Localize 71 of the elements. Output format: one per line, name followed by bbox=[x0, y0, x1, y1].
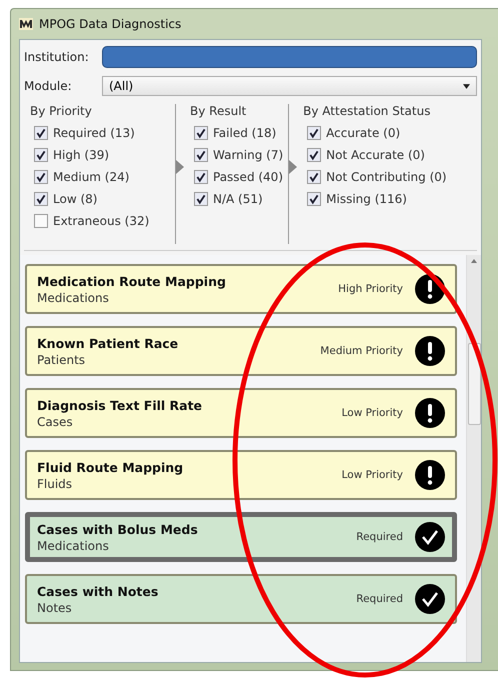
module-dropdown[interactable]: (All) bbox=[102, 76, 477, 96]
result-title: Medication Route Mapping bbox=[37, 274, 227, 288]
result-title: Cases with Bolus Meds bbox=[37, 522, 199, 536]
result-card[interactable]: Medication Route Mapping Medications High Priority bbox=[25, 264, 457, 314]
result-title: Fluid Route Mapping bbox=[37, 460, 184, 474]
filter-label: Failed (18) bbox=[213, 126, 276, 140]
checkbox[interactable] bbox=[34, 126, 48, 140]
result-module: Medications bbox=[37, 538, 110, 552]
priority-label: Required bbox=[356, 531, 403, 543]
result-title: Cases with Notes bbox=[37, 584, 160, 598]
checkmark-icon bbox=[415, 584, 445, 614]
checkbox[interactable] bbox=[34, 170, 48, 184]
module-label: Module: bbox=[24, 79, 73, 93]
result-card[interactable]: Known Patient Race Patients Medium Priority bbox=[25, 326, 457, 376]
checkbox[interactable] bbox=[194, 170, 208, 184]
result-module: Cases bbox=[37, 414, 74, 428]
filter-heading: By Priority bbox=[30, 104, 93, 118]
priority-label: High Priority bbox=[338, 283, 403, 295]
filter-label: N/A (51) bbox=[213, 192, 263, 206]
checkbox[interactable] bbox=[34, 148, 48, 162]
priority-label: Medium Priority bbox=[320, 345, 403, 357]
scroll-thumb[interactable] bbox=[468, 343, 480, 425]
filter-label: Passed (40) bbox=[213, 170, 284, 184]
result-module: Fluids bbox=[37, 476, 74, 490]
exclamation-icon bbox=[415, 398, 445, 428]
filter-label: Low (8) bbox=[53, 192, 98, 206]
filter-heading: By Result bbox=[190, 104, 248, 118]
filter-label: Not Accurate (0) bbox=[326, 148, 425, 162]
filter-label: Extraneous (32) bbox=[53, 214, 150, 228]
checkbox[interactable] bbox=[34, 192, 48, 206]
filter-label: Missing (116) bbox=[326, 192, 407, 206]
checkbox[interactable] bbox=[307, 192, 322, 206]
priority-label: Required bbox=[356, 593, 403, 605]
result-card[interactable]: Cases with Bolus Meds Medications Required bbox=[25, 512, 457, 562]
scroll-up-icon[interactable] bbox=[471, 259, 477, 263]
exclamation-icon bbox=[415, 274, 445, 304]
filter-label: Accurate (0) bbox=[326, 126, 400, 140]
checkbox[interactable] bbox=[307, 126, 322, 140]
result-title: Diagnosis Text Fill Rate bbox=[37, 398, 204, 412]
scrollbar[interactable] bbox=[466, 255, 481, 662]
checkbox[interactable] bbox=[194, 126, 208, 140]
logo-icon bbox=[19, 18, 33, 30]
checkbox[interactable] bbox=[194, 192, 208, 206]
checkbox[interactable] bbox=[307, 148, 322, 162]
result-title: Known Patient Race bbox=[37, 336, 180, 350]
filter-label: Medium (24) bbox=[53, 170, 130, 184]
result-module: Notes bbox=[37, 600, 73, 614]
result-card[interactable]: Diagnosis Text Fill Rate Cases Low Priority bbox=[25, 388, 457, 438]
checkmark-icon bbox=[415, 522, 445, 552]
result-card[interactable]: Cases with Notes Notes Required bbox=[25, 574, 457, 624]
institution-label: Institution: bbox=[24, 50, 90, 64]
caret-icon bbox=[463, 84, 470, 88]
priority-label: Low Priority bbox=[342, 407, 403, 419]
result-card[interactable]: Fluid Route Mapping Fluids Low Priority bbox=[25, 450, 457, 500]
exclamation-icon bbox=[415, 336, 445, 366]
exclamation-icon bbox=[415, 460, 445, 490]
separator-arrow-icon bbox=[287, 104, 300, 244]
checkbox[interactable] bbox=[307, 170, 322, 184]
checkbox[interactable] bbox=[34, 214, 48, 228]
filter-label: Required (13) bbox=[53, 126, 135, 140]
filter-label: Not Contributing (0) bbox=[326, 170, 447, 184]
window-title: MPOG Data Diagnostics bbox=[39, 17, 182, 31]
checkbox[interactable] bbox=[194, 148, 208, 162]
filter-heading: By Attestation Status bbox=[303, 104, 432, 118]
filter-label: Warning (7) bbox=[213, 148, 284, 162]
institution-field[interactable] bbox=[102, 46, 477, 68]
filter-label: High (39) bbox=[53, 148, 110, 162]
result-module: Medications bbox=[37, 290, 110, 304]
separator-arrow-icon bbox=[174, 104, 186, 244]
result-module: Patients bbox=[37, 352, 86, 366]
priority-label: Low Priority bbox=[342, 469, 403, 481]
